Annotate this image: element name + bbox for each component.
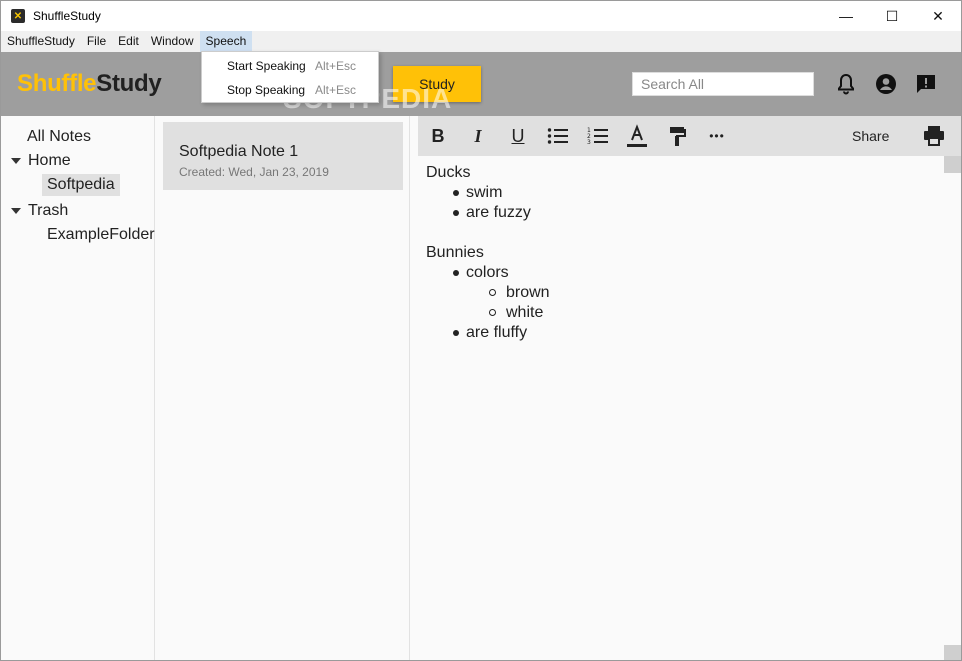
logo: ShuffleStudy xyxy=(17,70,162,98)
bullet-icon xyxy=(453,270,459,276)
bell-icon[interactable] xyxy=(834,72,858,96)
sidebar: All Notes Home Softpedia Trash ExampleFo… xyxy=(1,116,155,660)
logo-study: Study xyxy=(96,70,162,97)
scroll-up-handle[interactable] xyxy=(944,156,961,173)
stop-speaking-shortcut: Alt+Esc xyxy=(315,83,357,97)
account-icon[interactable] xyxy=(874,72,898,96)
expand-caret-icon[interactable] xyxy=(11,208,21,214)
speech-dropdown: Start Speaking Alt+Esc Stop Speaking Alt… xyxy=(201,51,379,103)
note-title: Softpedia Note 1 xyxy=(179,143,299,160)
print-icon[interactable] xyxy=(922,124,946,148)
stop-speaking-label: Stop Speaking xyxy=(227,83,306,97)
maximize-button[interactable]: ☐ xyxy=(869,1,915,31)
note-list: Softpedia Note 1 Created: Wed, Jan 23, 2… xyxy=(156,116,410,660)
list-item: white xyxy=(506,304,544,321)
numbered-list-icon[interactable]: 123 xyxy=(586,124,610,148)
menu-edit[interactable]: Edit xyxy=(112,31,145,52)
bullet-icon xyxy=(453,210,459,216)
menu-window[interactable]: Window xyxy=(145,31,200,52)
search-input[interactable]: Search All xyxy=(632,72,814,96)
heading-bunnies: Bunnies xyxy=(426,244,484,261)
bullet-icon xyxy=(453,330,459,336)
list-item: brown xyxy=(506,284,550,301)
list-item: colors xyxy=(466,264,509,281)
editor-scrollbar[interactable] xyxy=(944,156,961,660)
underline-button[interactable]: U xyxy=(506,124,530,148)
feedback-icon[interactable] xyxy=(914,72,938,96)
sidebar-item-all-notes[interactable]: All Notes xyxy=(27,126,91,148)
sidebar-item-trash[interactable]: Trash xyxy=(11,200,68,222)
text-color-icon[interactable] xyxy=(625,124,649,148)
italic-button[interactable]: I xyxy=(466,124,490,148)
circle-bullet-icon xyxy=(489,289,496,296)
sidebar-item-softpedia[interactable]: Softpedia xyxy=(42,174,120,196)
sidebar-home-label: Home xyxy=(28,152,71,169)
start-speaking-shortcut: Alt+Esc xyxy=(315,59,357,73)
list-item: are fuzzy xyxy=(466,204,531,221)
app-header: ShuffleStudy Study Search All xyxy=(1,52,961,116)
sidebar-item-home[interactable]: Home xyxy=(11,150,71,172)
title-bar: ✕ ShuffleStudy — ☐ ✕ xyxy=(1,1,961,31)
circle-bullet-icon xyxy=(489,309,496,316)
window-controls: — ☐ ✕ xyxy=(823,1,961,31)
menu-shufflestudy[interactable]: ShuffleStudy xyxy=(1,31,81,52)
editor-toolbar: B I U 123 ••• Share xyxy=(418,116,961,156)
more-options-icon[interactable]: ••• xyxy=(705,124,729,148)
minimize-button[interactable]: — xyxy=(823,1,869,31)
list-item: are fluffy xyxy=(466,324,528,341)
menu-file[interactable]: File xyxy=(81,31,112,52)
share-button[interactable]: Share xyxy=(852,128,889,144)
start-speaking-item[interactable]: Start Speaking Alt+Esc xyxy=(202,54,380,78)
app-window: ✕ ShuffleStudy — ☐ ✕ ShuffleStudy File E… xyxy=(0,0,962,661)
window-title: ShuffleStudy xyxy=(33,9,101,23)
list-item: swim xyxy=(466,184,503,201)
close-button[interactable]: ✕ xyxy=(915,1,961,31)
sidebar-item-examplefolder[interactable]: ExampleFolder xyxy=(47,224,155,246)
svg-text:3: 3 xyxy=(587,139,591,145)
sidebar-trash-label: Trash xyxy=(28,202,69,219)
logo-shuffle: Shuffle xyxy=(17,70,97,97)
scroll-down-handle[interactable] xyxy=(944,645,961,660)
app-icon: ✕ xyxy=(11,9,25,23)
bullet-icon xyxy=(453,190,459,196)
note-created-date: Created: Wed, Jan 23, 2019 xyxy=(179,165,329,179)
note-card[interactable]: Softpedia Note 1 Created: Wed, Jan 23, 2… xyxy=(163,122,403,190)
menu-speech[interactable]: Speech xyxy=(199,31,253,52)
stop-speaking-item[interactable]: Stop Speaking Alt+Esc xyxy=(202,78,380,102)
menu-bar: ShuffleStudy File Edit Window Speech xyxy=(1,31,961,52)
start-speaking-label: Start Speaking xyxy=(227,59,306,73)
format-painter-icon[interactable] xyxy=(666,124,690,148)
bulleted-list-icon[interactable] xyxy=(546,124,570,148)
note-editor[interactable]: Ducks swim are fuzzy Bunnies colors brow… xyxy=(418,156,944,660)
expand-caret-icon[interactable] xyxy=(11,158,21,164)
bold-button[interactable]: B xyxy=(426,124,450,148)
heading-ducks: Ducks xyxy=(426,164,471,181)
